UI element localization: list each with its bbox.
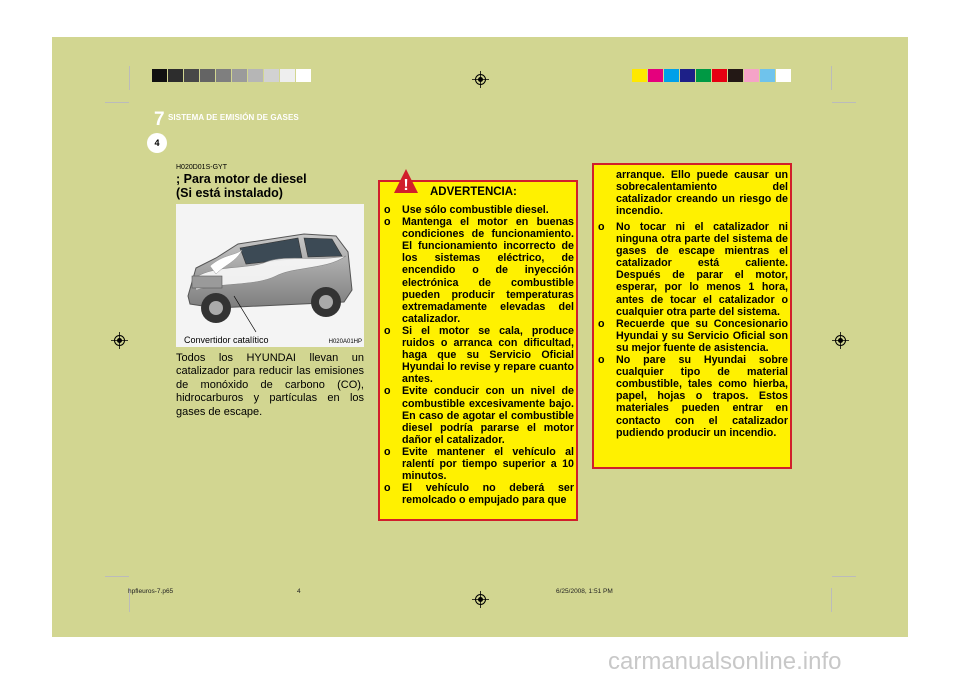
bullet: o <box>384 385 391 398</box>
bullet: o <box>598 317 605 330</box>
warning-item: o No tocar ni el catalizador ni ninguna o… <box>598 221 788 318</box>
warning-title: ADVERTENCIA: <box>430 186 517 198</box>
color-swatch <box>152 69 167 82</box>
chapter-number: 7 <box>154 109 165 130</box>
page-number-badge: 4 <box>147 133 167 153</box>
bullet: o <box>384 482 391 495</box>
warning-list-continued: o No tocar ni el catalizador ni ninguna o… <box>598 221 788 439</box>
registration-mark-icon <box>472 71 489 88</box>
color-swatch <box>712 69 727 82</box>
bullet: o <box>384 445 391 458</box>
color-swatch <box>744 69 759 82</box>
color-swatch <box>168 69 183 82</box>
bullet: o <box>598 354 605 367</box>
warning-item: o Mantenga el motor en buenas condiciones… <box>384 216 574 325</box>
warning-item-text: Evite conducir con un nivel de combustib… <box>402 385 574 446</box>
warning-box: o Use sólo combustible diesel. o Mantenga e… <box>378 180 578 521</box>
registration-mark-icon <box>832 332 849 349</box>
chapter-title: SISTEMA DE EMISIÓN DE GASES <box>168 113 299 122</box>
vehicle-illustration <box>176 204 364 347</box>
svg-text:!: ! <box>403 177 408 194</box>
warning-list: o Use sólo combustible diesel. o Mantenga e… <box>384 204 574 506</box>
warning-item-text: Recuerde que su Concesionario Hyundai y … <box>616 317 788 354</box>
color-swatch <box>184 69 199 82</box>
bullet: o <box>598 221 605 233</box>
warning-item: o El vehículo no deberá ser remolcado o e… <box>384 482 574 506</box>
color-swatch <box>664 69 679 82</box>
section-code: H020D01S-GYT <box>176 164 227 171</box>
warning-item-text: Use sólo combustible diesel. <box>402 204 549 216</box>
warning-item: o No pare su Hyundai sobre cualquier tipo… <box>598 354 788 439</box>
watermark-text: carmanualsonline.info <box>608 648 842 675</box>
warning-item: o Use sólo combustible diesel. <box>384 204 574 216</box>
warning-continuation-text: arranque. Ello puede causar un sobrecale… <box>616 169 788 218</box>
footer-datetime: 6/25/2008, 1:51 PM <box>556 588 613 595</box>
catalytic-converter-figure: Convertidor catalítico H020A01HP <box>176 204 364 347</box>
warning-item-text: Mantenga el motor en buenas condiciones … <box>402 216 574 325</box>
warning-item-text: Evite mantener el vehículo al ralentí po… <box>402 445 574 483</box>
registration-mark-icon <box>111 332 128 349</box>
color-swatch <box>232 69 247 82</box>
warning-item-text: No pare su Hyundai sobre cualquier tipo … <box>616 354 788 439</box>
warning-item-text: No tocar ni el catalizador ni ninguna ot… <box>616 221 788 318</box>
warning-box-continued: arranque. Ello puede causar un sobrecale… <box>592 163 792 469</box>
color-swatch <box>696 69 711 82</box>
warning-item: o Si el motor se cala, produce ruidos o a… <box>384 325 574 385</box>
color-swatch <box>728 69 743 82</box>
color-swatch <box>248 69 263 82</box>
color-swatch <box>632 69 647 82</box>
exclamation-triangle-icon: ! <box>394 169 418 194</box>
warning-item: o Recuerde que su Concesionario Hyundai y… <box>598 318 788 354</box>
footer-file: hpfleuros-7.p65 <box>128 588 174 595</box>
bullet: o <box>384 324 391 337</box>
color-swatch <box>280 69 295 82</box>
bullet: o <box>384 204 391 216</box>
section-title-line1: ; Para motor de diesel <box>176 172 307 186</box>
bullet: o <box>384 216 391 229</box>
registration-mark-icon <box>472 591 489 608</box>
warning-item: o Evite conducir con un nivel de combusti… <box>384 385 574 445</box>
section-title: ; Para motor de diesel (Si está instalad… <box>176 172 376 200</box>
warning-item-text: El vehículo no deberá ser remolcado o em… <box>402 482 574 507</box>
color-swatch <box>216 69 231 82</box>
color-swatch <box>264 69 279 82</box>
color-swatch <box>648 69 663 82</box>
warning-item-text: Si el motor se cala, produce ruidos o ar… <box>402 324 574 386</box>
section-title-line2: (Si está instalado) <box>176 186 283 200</box>
color-swatch <box>680 69 695 82</box>
figure-caption: Convertidor catalítico <box>184 335 269 345</box>
color-swatch <box>776 69 791 82</box>
figure-code: H020A01HP <box>328 339 362 345</box>
footer-page: 4 <box>297 588 301 595</box>
body-paragraph: Todos los HYUNDAI llevan un catalizador … <box>176 352 364 418</box>
color-swatch <box>296 69 311 82</box>
warning-item: o Evite mantener el vehículo al ralentí p… <box>384 446 574 482</box>
color-swatch <box>760 69 775 82</box>
color-swatch <box>200 69 215 82</box>
